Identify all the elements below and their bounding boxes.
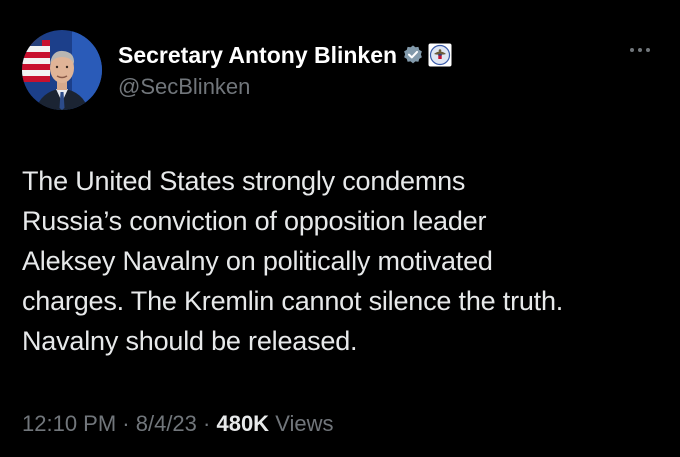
author-handle[interactable]: @SecBlinken xyxy=(118,74,250,100)
views-count: 480K xyxy=(216,411,270,436)
tweet-body-text: The United States strongly condemns Russ… xyxy=(22,166,564,356)
meta-separator: · xyxy=(116,411,136,436)
more-options-icon[interactable] xyxy=(620,36,660,64)
us-state-department-seal-icon xyxy=(428,43,452,67)
author-name-row: Secretary Antony Blinken xyxy=(118,40,452,70)
tweet-date[interactable]: 8/4/23 xyxy=(136,411,197,436)
views-label: Views xyxy=(275,411,334,436)
tweet-card: Secretary Antony Blinken @SecBlinken The… xyxy=(0,0,680,457)
meta-separator: · xyxy=(196,411,217,436)
profile-photo-icon xyxy=(22,30,102,110)
tweet-metadata: 12:10 PM · 8/4/23 · 480K Views xyxy=(22,411,333,437)
author-avatar[interactable] xyxy=(22,30,102,110)
author-display-name[interactable]: Secretary Antony Blinken xyxy=(118,42,397,69)
tweet-time[interactable]: 12:10 PM xyxy=(22,411,116,436)
verified-badge-icon xyxy=(402,44,424,66)
